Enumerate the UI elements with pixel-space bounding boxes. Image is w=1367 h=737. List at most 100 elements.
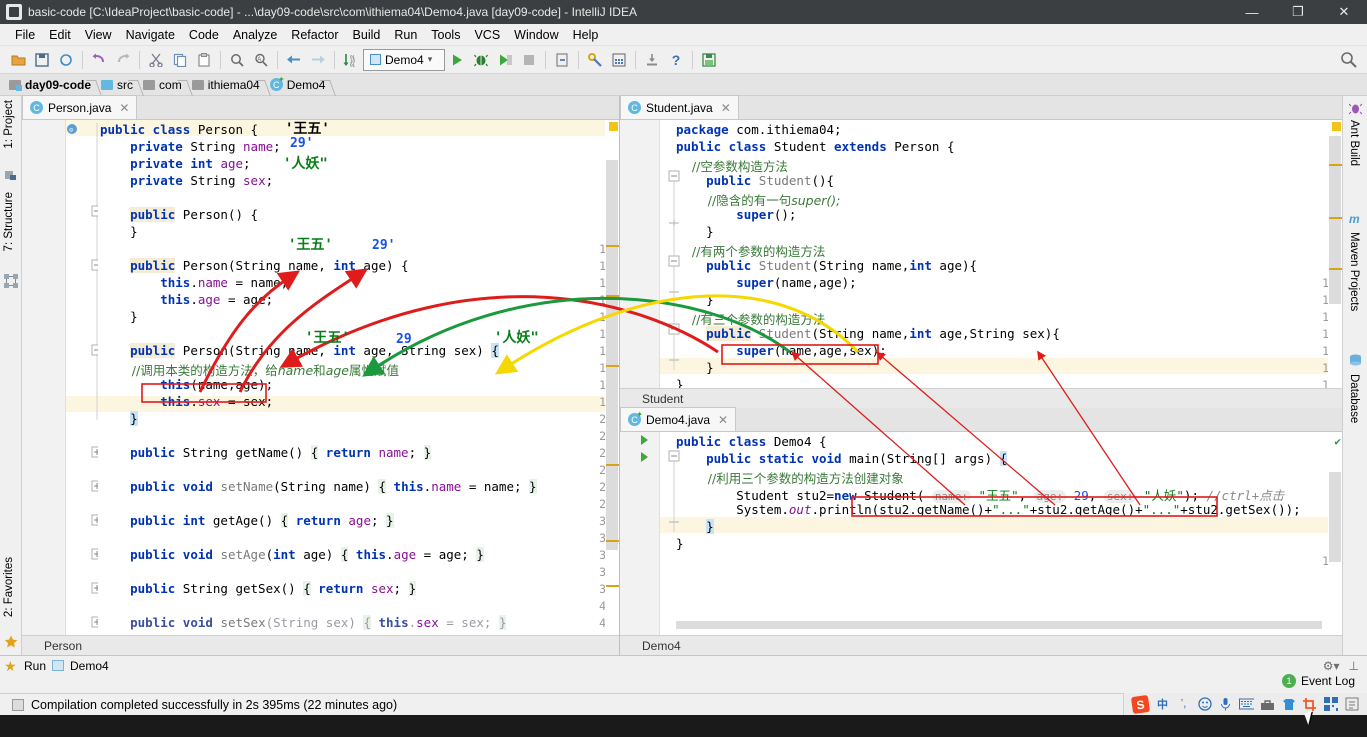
maximize-icon[interactable]: ❐ [1275, 0, 1321, 24]
undo-icon[interactable] [87, 48, 111, 72]
close-icon[interactable]: ✕ [721, 101, 731, 115]
menu-item-run[interactable]: Run [387, 26, 424, 44]
code-editor-demo4[interactable]: 3 4 5 6 7 8 9 10 public class D [620, 432, 1342, 635]
voice-input-icon[interactable] [1218, 697, 1233, 712]
menu-item-edit[interactable]: Edit [42, 26, 78, 44]
sidebar-item-database[interactable]: Database [1348, 374, 1360, 423]
breadcrumb-item-src[interactable]: src [98, 78, 140, 92]
close-icon[interactable]: ✕ [1321, 0, 1367, 24]
gutter-left[interactable] [22, 120, 66, 635]
chevron-down-icon: ▾ [427, 54, 433, 64]
java-class-icon: C ✦ [269, 75, 285, 91]
copy-icon[interactable] [168, 48, 192, 72]
code-editor-student[interactable]: 1 2 3 4 5 6 7 8 9 10 11 12 13 14 15 16 [620, 120, 1342, 388]
sidebar-item-structure[interactable]: 7: Structure [3, 192, 15, 251]
forward-icon[interactable] [306, 48, 330, 72]
emoji-icon[interactable] [1197, 697, 1212, 712]
toolbar-separator [545, 50, 546, 69]
menu-item-refactor[interactable]: Refactor [284, 26, 345, 44]
hide-icon[interactable]: ⊥ [1349, 659, 1359, 673]
event-log-button[interactable]: 1 Event Log [1281, 674, 1355, 688]
breadcrumb-label: ithiema04 [207, 77, 260, 92]
help-icon[interactable]: ? [664, 48, 688, 72]
tab-demo4-java[interactable]: C ✦ Demo4.java ✕ [620, 407, 737, 431]
find-replace-icon[interactable]: A [249, 48, 273, 72]
right-tool-strip: Ant Build m Maven Projects Database [1342, 96, 1367, 655]
run-config-icon [52, 660, 65, 671]
project-structure-icon[interactable] [607, 48, 631, 72]
menu-item-tools[interactable]: Tools [424, 26, 467, 44]
scrollbar-thumb[interactable] [1329, 472, 1341, 562]
redo-icon[interactable] [111, 48, 135, 72]
favorites-star-icon [4, 635, 18, 649]
settings-wrench-icon[interactable] [583, 48, 607, 72]
sort-icon[interactable]: 01 10 01 [339, 48, 363, 72]
run-coverage-icon[interactable] [493, 48, 517, 72]
code-editor-person[interactable]: 3 4 5 6 7 8 9 10 11 12 13 14 15 16 17 18 [22, 120, 619, 635]
horizontal-scrollbar[interactable] [676, 621, 1322, 629]
chinese-mode-icon[interactable]: 中 [1155, 697, 1170, 712]
scrollbar-thumb[interactable] [606, 160, 618, 550]
back-icon[interactable] [282, 48, 306, 72]
menu-item-analyze[interactable]: Analyze [226, 26, 284, 44]
skin-icon[interactable] [1281, 697, 1296, 712]
save-db-icon[interactable] [697, 48, 721, 72]
debug-icon[interactable] [469, 48, 493, 72]
tab-student-java[interactable]: C Student.java ✕ [620, 95, 739, 119]
gutter-student[interactable] [620, 120, 660, 388]
qrcode-icon[interactable] [1323, 697, 1338, 712]
menu-item-help[interactable]: Help [566, 26, 606, 44]
menu-item-window[interactable]: Window [507, 26, 565, 44]
run-icon[interactable] [445, 48, 469, 72]
marker-bar-student[interactable] [1328, 120, 1342, 388]
find-icon[interactable] [225, 48, 249, 72]
analysis-status-icon [609, 122, 618, 131]
minimize-icon[interactable]: — [1229, 0, 1275, 24]
editor-pane-left: C Person.java ✕ 3 4 5 6 7 8 9 [22, 95, 620, 655]
java-class-icon: C [30, 101, 43, 114]
marker-bar-left[interactable] [605, 120, 619, 635]
cut-icon[interactable] [144, 48, 168, 72]
more-icon[interactable] [1344, 697, 1359, 712]
sidebar-item-maven[interactable]: Maven Projects [1348, 232, 1360, 311]
save-all-icon[interactable] [30, 48, 54, 72]
screenshot-icon[interactable] [1302, 697, 1317, 712]
sidebar-item-ant-build[interactable]: Ant Build [1348, 120, 1360, 166]
close-icon[interactable]: ✕ [718, 413, 728, 427]
breadcrumb-item-class[interactable]: C ✦ Demo4 [267, 75, 333, 92]
tab-label: Person.java [48, 100, 112, 115]
run-configuration-selector[interactable]: Demo4 ▾ [363, 48, 445, 71]
breadcrumb-item-com[interactable]: com [140, 78, 189, 92]
close-icon[interactable]: ✕ [119, 101, 129, 115]
menu-item-build[interactable]: Build [346, 26, 388, 44]
toolbox-icon[interactable] [1260, 697, 1275, 712]
marker-bar-demo4[interactable]: ✔ [1328, 432, 1342, 635]
run-window-header: Run Demo4 ⚙▾ ⊥ [0, 656, 1367, 675]
scrollbar-thumb[interactable] [1329, 136, 1341, 304]
gear-icon[interactable]: ⚙▾ [1323, 659, 1340, 673]
breadcrumb-item-package[interactable]: ithiema04 [189, 78, 267, 92]
open-folder-icon[interactable] [6, 48, 30, 72]
menu-item-code[interactable]: Code [182, 26, 226, 44]
keyboard-icon[interactable] [1239, 697, 1254, 712]
stop-icon[interactable] [517, 48, 541, 72]
sogou-icon[interactable]: S [1130, 694, 1151, 714]
menu-item-file[interactable]: File [8, 26, 42, 44]
menu-item-navigate[interactable]: Navigate [119, 26, 182, 44]
sidebar-item-favorites[interactable]: 2: Favorites [3, 557, 15, 617]
update-project-icon[interactable] [640, 48, 664, 72]
maven-icon: m [1349, 212, 1360, 226]
paste-icon[interactable] [192, 48, 216, 72]
menu-item-vcs[interactable]: VCS [467, 26, 507, 44]
sidebar-item-project[interactable]: 1: Project [3, 100, 15, 149]
editor-pane-right: C Student.java ✕ 1 2 3 4 5 6 7 8 9 [620, 95, 1342, 655]
sync-icon[interactable] [54, 48, 78, 72]
punctuation-icon[interactable]: ʼ, [1176, 697, 1191, 712]
menu-item-view[interactable]: View [78, 26, 119, 44]
window-controls: — ❐ ✕ [1229, 0, 1367, 24]
breadcrumb-item-module[interactable]: day09-code [6, 78, 98, 92]
tab-person-java[interactable]: C Person.java ✕ [22, 95, 138, 119]
attach-debugger-icon[interactable] [550, 48, 574, 72]
run-tool-window: ★ Run Demo4 ⚙▾ ⊥ [0, 655, 1367, 693]
search-everywhere-icon[interactable] [1340, 51, 1357, 71]
